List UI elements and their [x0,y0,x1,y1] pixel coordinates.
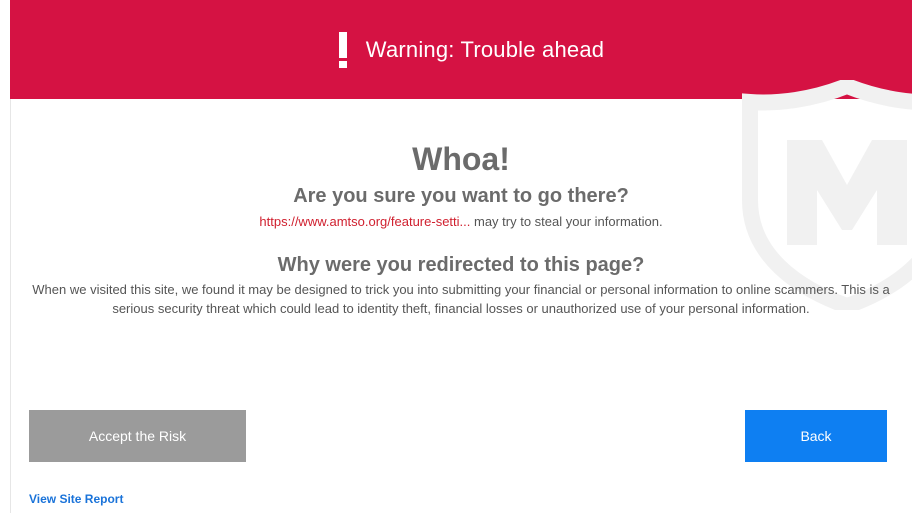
blocked-url: https://www.amtso.org/feature-setti... [259,214,471,229]
confirmation-question: Are you sure you want to go there? [293,185,629,207]
view-site-report-link[interactable]: View Site Report [29,492,123,506]
exclamation-icon [338,30,348,70]
banner-content: Warning: Trouble ahead [338,30,604,70]
explanation-text: When we visited this site, we found it m… [32,282,890,316]
why-heading: Why were you redirected to this page? [277,254,645,276]
main-content: Whoa! Are you sure you want to go there?… [10,99,912,318]
banner-title: Warning: Trouble ahead [365,36,605,62]
warning-page: Warning: Trouble ahead Whoa! Are you sur… [0,0,912,513]
url-warning-line: https://www.amtso.org/feature-setti... m… [10,213,912,231]
back-button[interactable]: Back [745,410,887,462]
page-headline: Whoa! [412,141,510,177]
accept-risk-button[interactable]: Accept the Risk [29,410,246,462]
url-warning-text: may try to steal your information. [470,214,663,229]
